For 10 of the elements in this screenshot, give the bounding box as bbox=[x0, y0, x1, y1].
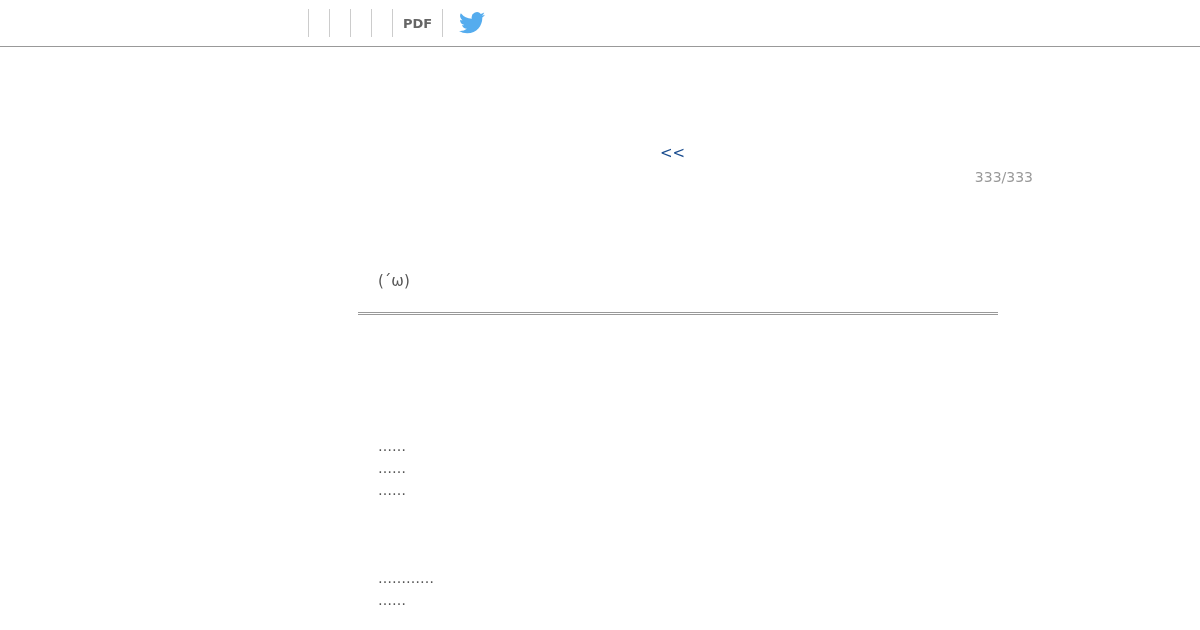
text-line: …… bbox=[378, 437, 406, 456]
page-counter: 333/333 bbox=[974, 168, 1033, 186]
post-heading: (´ω) bbox=[377, 271, 410, 292]
text-line: …… bbox=[378, 591, 406, 610]
back-link[interactable]: << bbox=[660, 143, 686, 163]
text-line: ………… bbox=[378, 569, 434, 588]
text-line: …… bbox=[378, 459, 406, 478]
pdf-link[interactable]: PDF bbox=[403, 15, 433, 31]
bird-icon[interactable] bbox=[459, 12, 486, 34]
text-line: …… bbox=[378, 481, 406, 500]
